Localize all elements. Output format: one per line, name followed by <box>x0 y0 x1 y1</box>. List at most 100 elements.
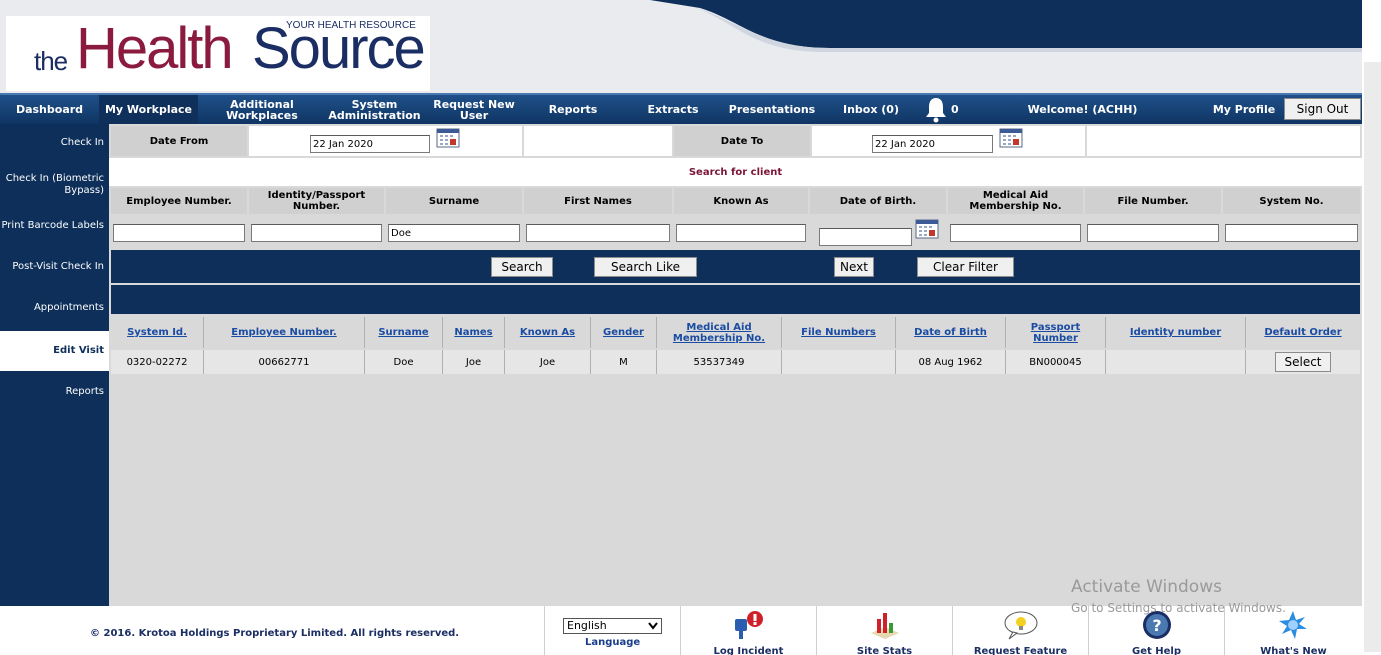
search-header-file-number: File Number. <box>1085 188 1221 214</box>
results-col-default-order-link[interactable]: Default Order <box>1264 327 1341 338</box>
sign-out-button[interactable]: Sign Out <box>1284 98 1361 120</box>
sidebar-item-post-visit[interactable]: Post-Visit Check In <box>0 261 109 273</box>
copyright-text: © 2016. Krotoa Holdings Proprietary Limi… <box>90 628 460 639</box>
cell-default-order: Select <box>1246 350 1360 374</box>
results-col-medical-aid-link[interactable]: Medical Aid Membership No. <box>664 322 774 344</box>
svg-text:?: ? <box>1152 616 1161 635</box>
results-col-names: Names <box>443 317 505 348</box>
sidebar-item-reports[interactable]: Reports <box>0 386 109 398</box>
cell-employee-number: 00662771 <box>204 350 365 374</box>
app-logo[interactable]: the Health Source YOUR HEALTH RESOURCE <box>6 16 430 91</box>
results-col-system-id-link[interactable]: System Id. <box>127 327 187 338</box>
language-select-value: English <box>567 619 607 632</box>
date-from-input[interactable] <box>310 135 430 153</box>
search-section-title: Search for client <box>109 158 1362 186</box>
known-as-input[interactable] <box>676 224 806 242</box>
nav-my-workplace[interactable]: My Workplace <box>99 95 198 124</box>
site-stats-label: Site Stats <box>856 646 913 655</box>
calendar-icon[interactable] <box>436 128 460 148</box>
results-col-file-numbers-link[interactable]: File Numbers <box>801 327 876 338</box>
language-label: Language <box>585 637 641 648</box>
main-content: Date From Date To Search for client Empl… <box>109 124 1362 606</box>
results-col-passport-number-link[interactable]: Passport Number <box>1026 322 1086 344</box>
nav-presentations[interactable]: Presentations <box>722 95 822 124</box>
results-col-surname: Surname <box>365 317 443 348</box>
first-names-input[interactable] <box>526 224 670 242</box>
spacer-cell <box>1087 126 1360 156</box>
surname-input[interactable] <box>388 224 520 242</box>
language-tile: English Language <box>544 606 680 655</box>
watermark-line-1: Activate Windows <box>1071 577 1222 597</box>
nav-system-administration[interactable]: System Administration <box>326 95 423 124</box>
cell-known-as: Joe <box>505 350 591 374</box>
language-select[interactable]: English <box>563 618 662 634</box>
nav-dashboard[interactable]: Dashboard <box>0 95 99 124</box>
sidebar-item-print-barcode[interactable]: Print Barcode Labels <box>0 220 109 232</box>
select-button[interactable]: Select <box>1275 352 1331 372</box>
cell-names: Joe <box>443 350 505 374</box>
bell-icon[interactable] <box>922 95 950 124</box>
date-from-label: Date From <box>111 126 247 156</box>
employee-number-input[interactable] <box>113 224 245 242</box>
main-nav: Dashboard My Workplace Additional Workpl… <box>0 93 1362 124</box>
search-header-employee-number: Employee Number. <box>111 188 247 214</box>
sidebar-item-edit-visit[interactable]: Edit Visit <box>0 331 109 371</box>
site-stats-icon <box>871 613 899 639</box>
activate-windows-watermark: Activate Windows Go to Settings to activ… <box>1071 577 1286 615</box>
cell-system-id: 0320-02272 <box>111 350 204 374</box>
results-col-employee-number-link[interactable]: Employee Number. <box>231 327 336 338</box>
cell-surname: Doe <box>365 350 443 374</box>
log-incident-tile[interactable]: Log Incident <box>680 606 816 655</box>
nav-request-new-user[interactable]: Request New User <box>425 95 523 124</box>
results-col-date-of-birth: Date of Birth <box>896 317 1006 348</box>
results-col-system-id: System Id. <box>111 317 204 348</box>
search-header-known-as: Known As <box>674 188 808 214</box>
nav-inbox[interactable]: Inbox (0) <box>832 95 910 124</box>
results-col-names-link[interactable]: Names <box>454 327 492 338</box>
logo-tagline: YOUR HEALTH RESOURCE <box>286 20 416 31</box>
vertical-scrollbar[interactable] <box>1364 62 1381 652</box>
system-no-input[interactable] <box>1225 224 1358 242</box>
app-header: the Health Source YOUR HEALTH RESOURCE <box>0 0 1362 93</box>
sidebar: Check In Check In (Biometric Bypass) Pri… <box>0 124 109 606</box>
results-header-bar <box>111 285 1360 314</box>
watermark-line-2: Go to Settings to activate Windows. <box>1071 601 1286 615</box>
date-to-input[interactable] <box>872 135 993 153</box>
cell-medical-aid: 53537349 <box>657 350 782 374</box>
results-col-known-as-link[interactable]: Known As <box>520 327 575 338</box>
request-feature-label: Request Feature <box>973 646 1068 655</box>
results-col-default-order: Default Order <box>1246 317 1360 348</box>
identity-passport-input[interactable] <box>251 224 382 242</box>
date-of-birth-input[interactable] <box>819 228 912 246</box>
search-header-system-no: System No. <box>1223 188 1360 214</box>
results-col-surname-link[interactable]: Surname <box>378 327 428 338</box>
results-col-date-of-birth-link[interactable]: Date of Birth <box>914 327 987 338</box>
results-col-identity-number: Identity number <box>1106 317 1246 348</box>
nav-extracts[interactable]: Extracts <box>630 95 716 124</box>
calendar-icon[interactable] <box>999 128 1023 148</box>
search-button[interactable]: Search <box>491 257 553 277</box>
sidebar-item-check-in[interactable]: Check In <box>0 137 109 149</box>
sidebar-item-check-in-biometric[interactable]: Check In (Biometric Bypass) <box>0 173 109 197</box>
cell-file-numbers <box>782 350 896 374</box>
results-col-identity-number-link[interactable]: Identity number <box>1130 327 1221 338</box>
request-feature-tile[interactable]: Request Feature <box>952 606 1088 655</box>
cell-gender: M <box>591 350 657 374</box>
nav-reports[interactable]: Reports <box>530 95 616 124</box>
results-col-gender: Gender <box>591 317 657 348</box>
results-col-gender-link[interactable]: Gender <box>603 327 644 338</box>
cell-date-of-birth: 08 Aug 1962 <box>896 350 1006 374</box>
results-col-medical-aid: Medical Aid Membership No. <box>657 317 782 348</box>
calendar-icon[interactable] <box>915 219 939 239</box>
sidebar-item-appointments[interactable]: Appointments <box>0 302 109 314</box>
nav-additional-workplaces[interactable]: Additional Workplaces <box>198 95 326 124</box>
file-number-input[interactable] <box>1087 224 1219 242</box>
search-button-bar <box>111 250 1360 283</box>
clear-filter-button[interactable]: Clear Filter <box>917 257 1014 277</box>
search-like-button[interactable]: Search Like <box>594 257 697 277</box>
medical-aid-input[interactable] <box>950 224 1081 242</box>
next-button[interactable]: Next <box>834 257 874 277</box>
nav-my-profile[interactable]: My Profile <box>1205 95 1283 124</box>
site-stats-tile[interactable]: Site Stats <box>816 606 952 655</box>
logo-health: Health <box>76 16 234 81</box>
